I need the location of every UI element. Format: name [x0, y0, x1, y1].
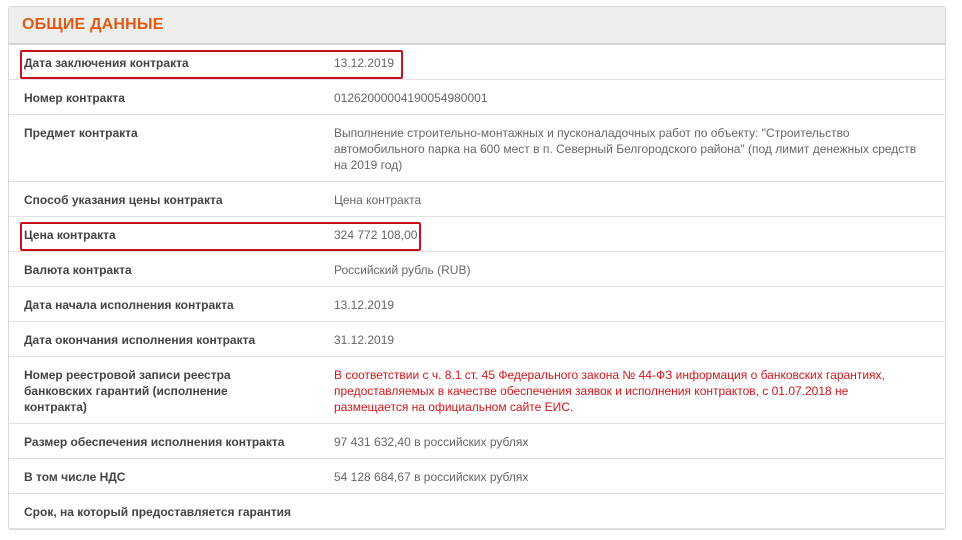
row-label: Цена контракта — [24, 228, 116, 242]
row-label: Способ указания цены контракта — [24, 193, 223, 207]
row-value: 31.12.2019 — [334, 333, 395, 347]
row-label: Предмет контракта — [24, 126, 138, 140]
row-value — [334, 504, 934, 528]
row-label: Срок, на который предоставляется гаранти… — [24, 505, 292, 519]
row-label: Номер контракта — [24, 91, 125, 105]
row-value: Российский рубль (RUB) — [334, 263, 471, 277]
row-security-amount: Размер обеспечения исполнения контракта … — [9, 424, 945, 459]
row-end-date: Дата окончания исполнения контракта 31.1… — [9, 322, 945, 357]
row-start-date: Дата начала исполнения контракта 13.12.2… — [9, 287, 945, 322]
row-value: Выполнение строительно-монтажных и пуско… — [334, 126, 917, 172]
row-value: 13.12.2019 — [334, 298, 395, 312]
section-title: ОБЩИЕ ДАННЫЕ — [22, 16, 164, 33]
row-label: Номер реестровой записи реестра банковск… — [24, 368, 231, 414]
row-label: Дата заключения контракта — [24, 56, 189, 70]
row-contract-subject: Предмет контракта Выполнение строительно… — [9, 115, 945, 182]
row-value: 324 772 108,00 — [334, 228, 418, 242]
row-guarantee-term: Срок, на который предоставляется гаранти… — [9, 494, 945, 529]
row-label: Размер обеспечения исполнения контракта — [24, 435, 285, 449]
row-contract-price: Цена контракта 324 772 108,00 — [9, 217, 945, 252]
row-guarantee-registry: Номер реестровой записи реестра банковск… — [9, 357, 945, 424]
row-vat: В том числе НДС 54 128 684,67 в российск… — [9, 459, 945, 494]
row-value: 97 431 632,40 в российских рублях — [334, 435, 529, 449]
row-price-method: Способ указания цены контракта Цена конт… — [9, 182, 945, 217]
row-label: Дата начала исполнения контракта — [24, 298, 234, 312]
row-conclusion-date: Дата заключения контракта 13.12.2019 — [9, 45, 945, 80]
row-currency: Валюта контракта Российский рубль (RUB) — [9, 252, 945, 287]
row-value: 0126200000419005498000​1 — [334, 91, 488, 105]
row-contract-number: Номер контракта 0126200000419005498000​1 — [9, 80, 945, 115]
row-label: Валюта контракта — [24, 263, 132, 277]
row-label: Дата окончания исполнения контракта — [24, 333, 256, 347]
contract-data-table: Дата заключения контракта 13.12.2019 Ном… — [9, 45, 945, 529]
row-label: В том числе НДС — [24, 470, 126, 484]
row-value-warning: В соответствии с ч. 8.1 ст. 45 Федеральн… — [334, 368, 885, 414]
row-value: 54 128 684,67 в российских рублях — [334, 470, 529, 484]
general-data-panel: ОБЩИЕ ДАННЫЕ Дата заключения контракта 1… — [8, 6, 946, 530]
panel-header: ОБЩИЕ ДАННЫЕ — [9, 7, 945, 45]
row-value: 13.12.2019 — [334, 56, 395, 70]
row-value: Цена контракта — [334, 193, 422, 207]
